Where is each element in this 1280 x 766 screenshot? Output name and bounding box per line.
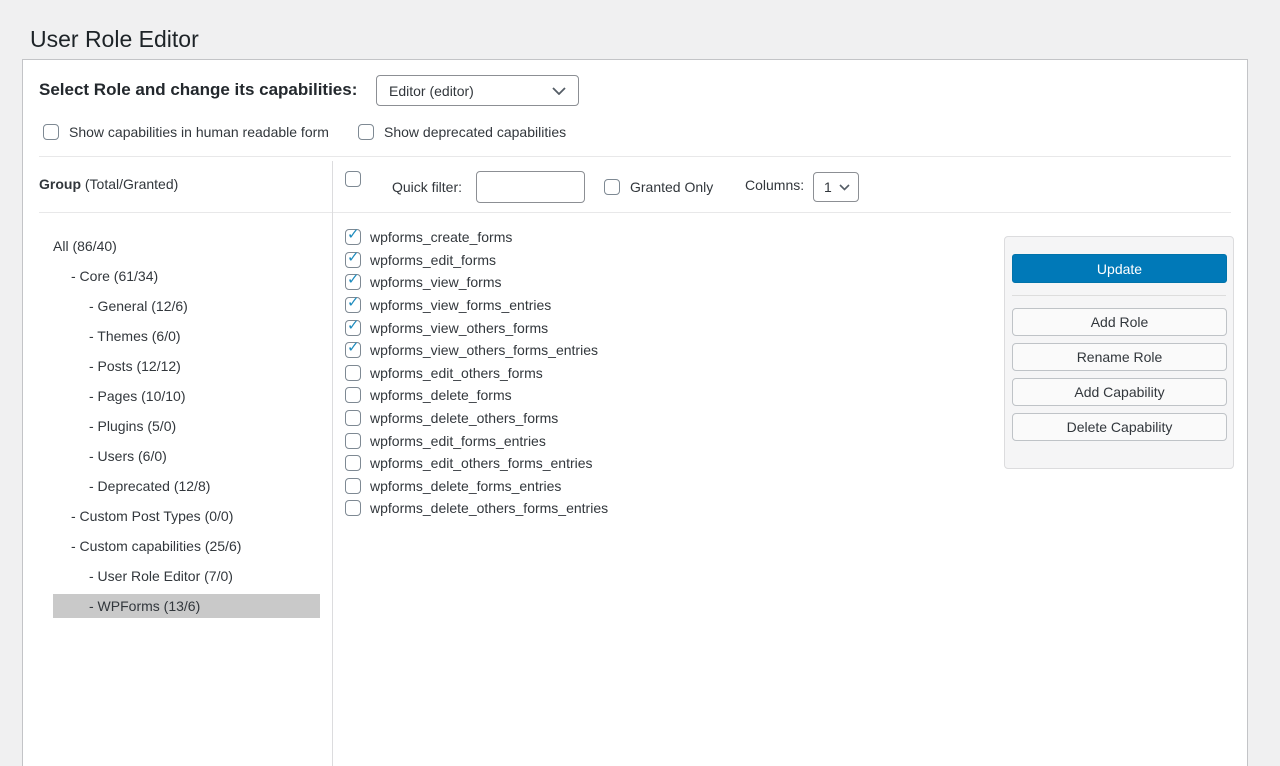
capability-row: wpforms_view_forms [345, 271, 608, 294]
capability-row: wpforms_edit_others_forms [345, 362, 608, 385]
granted-only-checkbox[interactable] [604, 179, 620, 195]
divider [39, 212, 1231, 213]
granted-only-label: Granted Only [630, 179, 713, 195]
group-tree-item[interactable]: - Core (61/34) [53, 264, 320, 288]
capability-checkbox[interactable] [345, 455, 361, 471]
capability-row: wpforms_edit_others_forms_entries [345, 452, 608, 475]
capability-label: wpforms_edit_others_forms [370, 365, 543, 381]
group-tree-item[interactable]: - Plugins (5/0) [53, 414, 320, 438]
add-role-button[interactable]: Add Role [1012, 308, 1227, 336]
quick-filter-input[interactable] [476, 171, 585, 203]
capability-label: wpforms_delete_others_forms_entries [370, 500, 608, 516]
capability-label: wpforms_view_others_forms [370, 320, 548, 336]
group-tree-item[interactable]: - Posts (12/12) [53, 354, 320, 378]
capability-checkbox[interactable] [345, 410, 361, 426]
capability-label: wpforms_edit_forms_entries [370, 433, 546, 449]
deprecated-row: Show deprecated capabilities [358, 124, 566, 140]
capability-row: wpforms_delete_forms_entries [345, 475, 608, 498]
page-title: User Role Editor [30, 24, 199, 54]
capability-checkbox[interactable] [345, 387, 361, 403]
capability-label: wpforms_delete_forms_entries [370, 478, 561, 494]
select-all-checkbox[interactable] [345, 171, 361, 187]
group-tree-item[interactable]: - Deprecated (12/8) [53, 474, 320, 498]
capability-row: wpforms_delete_others_forms_entries [345, 497, 608, 520]
capability-row: wpforms_edit_forms [345, 249, 608, 272]
capability-checkbox[interactable] [345, 478, 361, 494]
capability-checkbox[interactable] [345, 320, 361, 336]
deprecated-label: Show deprecated capabilities [384, 124, 566, 140]
add-capability-button[interactable]: Add Capability [1012, 378, 1227, 406]
vertical-divider [332, 161, 333, 766]
capability-label: wpforms_view_others_forms_entries [370, 342, 598, 358]
columns-select[interactable]: 1 [813, 172, 859, 202]
group-tree-item[interactable]: - WPForms (13/6) [53, 594, 320, 618]
human-readable-label: Show capabilities in human readable form [69, 124, 329, 140]
capability-row: wpforms_edit_forms_entries [345, 429, 608, 452]
update-button[interactable]: Update [1012, 254, 1227, 283]
deprecated-checkbox[interactable] [358, 124, 374, 140]
capability-row: wpforms_view_others_forms_entries [345, 339, 608, 362]
granted-only-row: Granted Only [604, 179, 713, 195]
capability-checkbox[interactable] [345, 252, 361, 268]
capability-checkbox[interactable] [345, 274, 361, 290]
capability-checkbox[interactable] [345, 433, 361, 449]
chevron-down-icon [552, 87, 566, 95]
capabilities-list: wpforms_create_forms wpforms_edit_formswp… [345, 226, 608, 520]
user-role-editor-panel: Select Role and change its capabilities:… [22, 59, 1248, 766]
group-tree-item[interactable]: - Users (6/0) [53, 444, 320, 468]
capability-checkbox[interactable] [345, 297, 361, 313]
group-tree-item[interactable]: - Custom capabilities (25/6) [53, 534, 320, 558]
rename-role-button[interactable]: Rename Role [1012, 343, 1227, 371]
group-tree-item[interactable]: - Custom Post Types (0/0) [53, 504, 320, 528]
group-header-bold: Group [39, 176, 81, 192]
capability-row: wpforms_create_forms [345, 226, 608, 249]
group-tree-item[interactable]: - Pages (10/10) [53, 384, 320, 408]
capability-row: wpforms_delete_forms [345, 384, 608, 407]
group-tree-item[interactable]: All (86/40) [53, 234, 320, 258]
capability-row: wpforms_view_forms_entries [345, 294, 608, 317]
quick-filter-label: Quick filter: [392, 179, 462, 195]
capability-checkbox[interactable] [345, 342, 361, 358]
delete-capability-button[interactable]: Delete Capability [1012, 413, 1227, 441]
capability-label: wpforms_edit_forms [370, 252, 496, 268]
group-header-suffix: (Total/Granted) [81, 176, 178, 192]
group-tree-item[interactable]: - General (12/6) [53, 294, 320, 318]
capability-label: wpforms_view_forms_entries [370, 297, 551, 313]
columns-select-value: 1 [824, 179, 832, 195]
role-select-value: Editor (editor) [389, 83, 474, 99]
human-readable-row: Show capabilities in human readable form [43, 124, 329, 140]
group-tree-item[interactable]: - User Role Editor (7/0) [53, 564, 320, 588]
chevron-down-icon [839, 184, 850, 191]
capability-label: wpforms_view_forms [370, 274, 501, 290]
divider [1012, 295, 1226, 296]
columns-label: Columns: [745, 177, 804, 193]
actions-panel: Update Add Role Rename Role Add Capabili… [1004, 236, 1234, 469]
capability-label: wpforms_delete_others_forms [370, 410, 558, 426]
divider [39, 156, 1231, 157]
capability-row: wpforms_delete_others_forms [345, 407, 608, 430]
groups-tree: All (86/40) - Core (61/34) - General (12/6… [23, 234, 332, 624]
capability-row: wpforms_view_others_forms [345, 316, 608, 339]
group-header: Group (Total/Granted) [39, 176, 178, 192]
role-select[interactable]: Editor (editor) [376, 75, 579, 106]
capability-label: wpforms_create_forms [370, 229, 512, 245]
group-tree-item[interactable]: - Themes (6/0) [53, 324, 320, 348]
capability-checkbox[interactable] [345, 500, 361, 516]
capability-label: wpforms_edit_others_forms_entries [370, 455, 593, 471]
select-role-label: Select Role and change its capabilities: [39, 80, 357, 100]
capability-label: wpforms_delete_forms [370, 387, 512, 403]
capability-checkbox[interactable] [345, 229, 361, 245]
human-readable-checkbox[interactable] [43, 124, 59, 140]
capability-checkbox[interactable] [345, 365, 361, 381]
